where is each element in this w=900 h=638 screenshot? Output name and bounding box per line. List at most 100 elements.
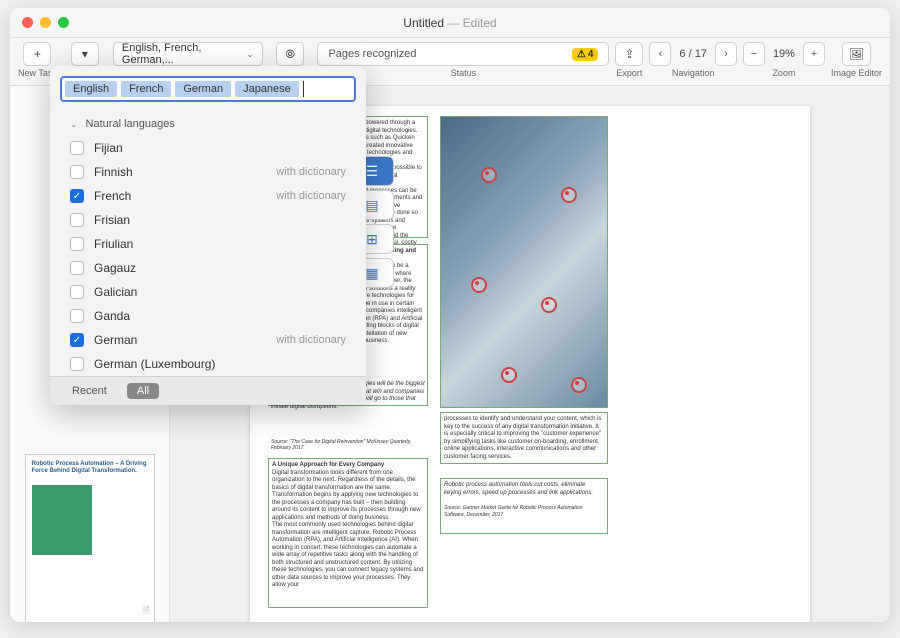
status-label: Status — [451, 68, 477, 78]
maximize-button[interactable] — [58, 17, 69, 28]
heading-text: A Unique Approach for Every Company — [272, 462, 424, 470]
source-text: Source: Gartner Market Guide for Robotic… — [444, 505, 583, 519]
zoom-label: Zoom — [772, 68, 795, 78]
text-cursor — [303, 81, 304, 97]
status-text: Pages recognized — [328, 48, 416, 60]
thumb-doc-icon: 🗎 — [143, 605, 149, 619]
minimize-button[interactable] — [40, 17, 51, 28]
language-label: Friulian — [94, 237, 133, 251]
quote-text: Robotic process automation tools cut cos… — [444, 482, 593, 496]
language-label: Fijian — [94, 141, 123, 155]
image-editor-button[interactable]: 🖼 — [842, 42, 871, 66]
zoom-in-button[interactable]: + — [803, 42, 825, 66]
language-label: Gagauz — [94, 261, 136, 275]
thumb-title: Robotic Process Automation – A Driving F… — [26, 455, 154, 481]
add-pages-button[interactable]: ▾ — [71, 42, 99, 66]
language-section-header[interactable]: ⌄ Natural languages — [50, 112, 366, 136]
chevron-down-icon: ⌄ — [246, 49, 254, 60]
language-tag[interactable]: German — [175, 81, 231, 97]
image-region[interactable] — [440, 116, 608, 408]
language-option[interactable]: ✓ German with dictionary — [50, 328, 366, 352]
new-task-button[interactable]: + — [23, 42, 51, 66]
language-checkbox[interactable] — [70, 357, 84, 371]
export-label: Export — [616, 68, 642, 78]
language-label: Frisian — [94, 213, 130, 227]
body-text: The most commonly used technologies behi… — [272, 522, 423, 588]
map-pin-icon — [561, 187, 575, 205]
quote-region[interactable]: Robotic process automation tools cut cos… — [440, 478, 608, 534]
recognize-icon: ⦾ — [285, 47, 295, 62]
language-option[interactable]: Finnishwith dictionary — [50, 160, 366, 184]
section-title: Natural languages — [86, 118, 175, 130]
image-icon: 🖼 — [849, 47, 864, 61]
text-region[interactable]: processes to identify and understand you… — [440, 412, 608, 464]
dropdown-footer: Recent All — [50, 376, 366, 405]
language-tag[interactable]: English — [65, 81, 117, 97]
language-checkbox[interactable] — [70, 237, 84, 251]
language-list[interactable]: Fijian Finnishwith dictionary ✓ French with … — [50, 136, 366, 376]
page-thumbnail[interactable]: Robotic Process Automation – A Driving F… — [25, 454, 155, 622]
language-checkbox[interactable]: ✓ — [70, 189, 84, 203]
language-checkbox[interactable] — [70, 165, 84, 179]
text-region[interactable]: A Unique Approach for Every Company Digi… — [268, 458, 428, 608]
language-option[interactable]: Galician — [50, 280, 366, 304]
language-tag[interactable]: French — [121, 81, 171, 97]
zoom-level: 19% — [767, 48, 801, 60]
chevron-down-icon: ⌄ — [70, 119, 78, 130]
language-hint: with dictionary — [276, 190, 346, 202]
prev-page-button[interactable]: ‹ — [649, 42, 671, 66]
language-tag[interactable]: Japanese — [235, 81, 299, 97]
language-label: French — [94, 189, 131, 203]
language-option[interactable]: Friulian — [50, 232, 366, 256]
all-tab[interactable]: All — [127, 383, 159, 399]
language-option[interactable]: Ganda — [50, 304, 366, 328]
language-combo[interactable]: English, French, German,... ⌄ — [113, 42, 263, 66]
warning-count: 4 — [588, 49, 594, 60]
window-title: Untitled — Edited — [403, 16, 496, 30]
title-bar: Untitled — Edited — [10, 8, 890, 38]
language-checkbox[interactable] — [70, 285, 84, 299]
recent-tab[interactable]: Recent — [62, 383, 117, 399]
navigation-group: ‹ 6 / 17 › — [649, 42, 737, 66]
next-page-button[interactable]: › — [715, 42, 737, 66]
language-option[interactable]: German (Luxembourg) — [50, 352, 366, 376]
map-pin-icon — [571, 377, 585, 395]
language-checkbox[interactable] — [70, 309, 84, 323]
export-icon: ⇪ — [624, 47, 634, 61]
language-checkbox[interactable]: ✓ — [70, 333, 84, 347]
page-position: 6 / 17 — [673, 48, 713, 60]
export-button[interactable]: ⇪ — [615, 42, 643, 66]
language-combo-text: English, French, German,... — [122, 42, 246, 66]
language-option[interactable]: Fijian — [50, 136, 366, 160]
language-checkbox[interactable] — [70, 261, 84, 275]
title-text: Untitled — [403, 16, 444, 30]
body-text: Digital transformation looks different f… — [272, 470, 421, 521]
image-editor-label: Image Editor — [831, 68, 882, 78]
language-option[interactable]: Frisian — [50, 208, 366, 232]
source-region[interactable]: Source: "The Case for Digital Reinventio… — [268, 436, 428, 454]
language-checkbox[interactable] — [70, 141, 84, 155]
selected-languages-field[interactable]: English French German Japanese — [60, 76, 356, 102]
language-option[interactable]: Gagauz — [50, 256, 366, 280]
doc-icon: ▾ — [82, 47, 88, 61]
language-label: Galician — [94, 285, 137, 299]
plus-icon: + — [34, 47, 41, 61]
zoom-out-button[interactable]: − — [743, 42, 765, 66]
map-pin-icon — [471, 277, 485, 295]
language-option[interactable]: ✓ French with dictionary — [50, 184, 366, 208]
status-bar: Pages recognized ⚠ 4 — [317, 42, 609, 66]
recognize-button[interactable]: ⦾ — [276, 42, 304, 66]
body-text: processes to identify and understand you… — [444, 416, 601, 460]
navigation-label: Navigation — [672, 68, 715, 78]
language-label: German (Luxembourg) — [94, 357, 215, 371]
source-text: Source: "The Case for Digital Reinventio… — [271, 439, 411, 451]
language-hint: with dictionary — [276, 166, 346, 178]
traffic-lights — [22, 17, 69, 28]
language-hint: with dictionary — [276, 334, 346, 346]
close-button[interactable] — [22, 17, 33, 28]
language-checkbox[interactable] — [70, 213, 84, 227]
language-label: Ganda — [94, 309, 130, 323]
zoom-group: − 19% + — [743, 42, 825, 66]
language-label: German — [94, 333, 137, 347]
warning-badge[interactable]: ⚠ 4 — [572, 48, 599, 61]
